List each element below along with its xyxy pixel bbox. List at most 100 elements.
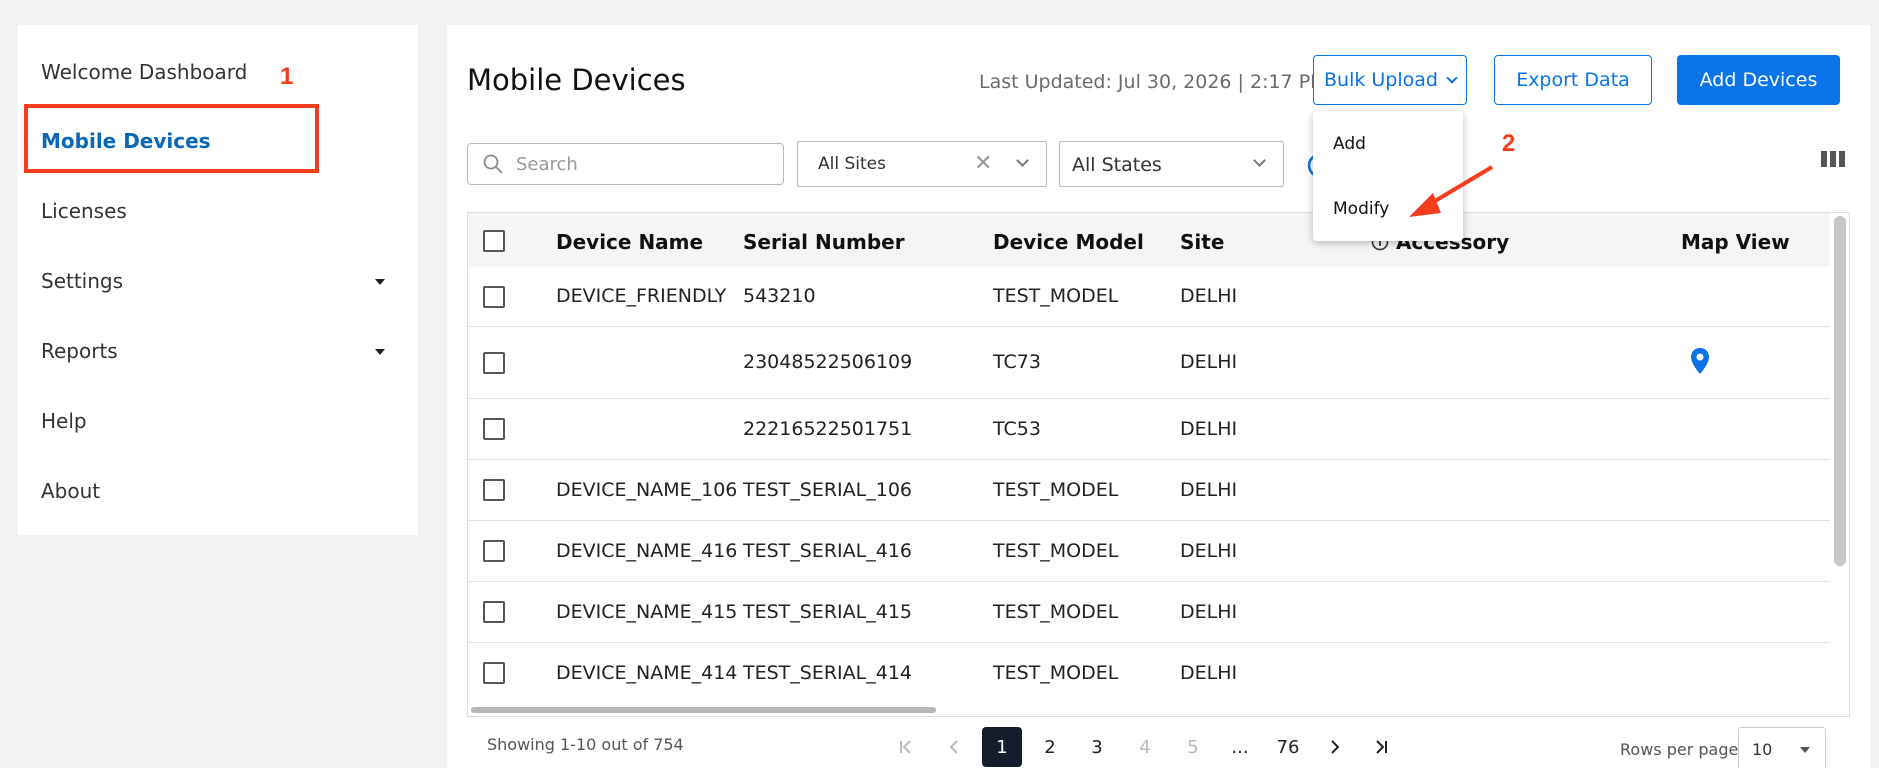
serial-number-cell: 22216522501751: [743, 418, 913, 440]
page-button-2[interactable]: 2: [1030, 727, 1070, 767]
page-button-76[interactable]: 76: [1268, 727, 1308, 767]
search-icon: [483, 154, 503, 174]
vertical-scrollbar[interactable]: [1834, 216, 1846, 566]
sites-filter-select[interactable]: All Sites ✕: [797, 141, 1047, 187]
sidebar-item-settings[interactable]: Settings: [41, 269, 401, 293]
sidebar-item-help[interactable]: Help: [41, 409, 87, 433]
last-page-icon[interactable]: [1361, 727, 1401, 767]
site-cell: DELHI: [1180, 479, 1238, 501]
device-model-cell: TEST_MODEL: [993, 479, 1119, 501]
row-checkbox[interactable]: [483, 286, 505, 308]
first-page-icon[interactable]: [886, 727, 926, 767]
serial-number-cell: TEST_SERIAL_415: [743, 601, 912, 623]
next-page-icon[interactable]: [1315, 727, 1355, 767]
bulk-upload-label: Bulk Upload: [1324, 69, 1438, 91]
device-name-cell: DEVICE_FRIENDLY: [556, 285, 727, 307]
table-row[interactable]: DEVICE_FRIENDLY 543210 TEST_MODEL DELHI: [468, 267, 1830, 327]
row-checkbox[interactable]: [483, 601, 505, 623]
column-header-device-name[interactable]: Device Name: [556, 230, 703, 254]
serial-number-cell: 23048522506109: [743, 351, 913, 373]
site-cell: DELHI: [1180, 351, 1238, 373]
chevron-down-icon: [1446, 71, 1458, 84]
map-pin-icon[interactable]: [1690, 347, 1710, 375]
caret-down-icon: [1800, 747, 1810, 753]
table-row[interactable]: 22216522501751 TC53 DELHI: [468, 399, 1830, 460]
annotation-arrow-icon: [1409, 165, 1494, 217]
page-button-4[interactable]: 4: [1125, 727, 1165, 767]
devices-table: Device Name Serial Number Device Model S…: [467, 212, 1850, 717]
site-cell: DELHI: [1180, 601, 1238, 623]
row-checkbox[interactable]: [483, 479, 505, 501]
rows-per-page-label: Rows per page: [1620, 740, 1739, 759]
device-model-cell: TEST_MODEL: [993, 601, 1119, 623]
chevron-down-icon: [1253, 154, 1266, 167]
column-header-map-view[interactable]: Map View: [1681, 230, 1790, 254]
row-checkbox[interactable]: [483, 540, 505, 562]
prev-page-icon[interactable]: [934, 727, 974, 767]
device-name-cell: DEVICE_NAME_106: [556, 479, 738, 501]
add-devices-button[interactable]: Add Devices: [1677, 55, 1840, 105]
sidebar-item-reports[interactable]: Reports: [41, 339, 401, 363]
table-row[interactable]: DEVICE_NAME_106 TEST_SERIAL_106 TEST_MOD…: [468, 460, 1830, 521]
page-button-3[interactable]: 3: [1077, 727, 1117, 767]
sidebar: Welcome Dashboard Mobile Devices License…: [18, 25, 418, 535]
annotation-highlight-box: [24, 104, 319, 173]
main-panel: Mobile Devices Last Updated: Jul 30, 202…: [447, 25, 1870, 768]
page-title: Mobile Devices: [467, 63, 686, 97]
caret-down-icon: [375, 279, 385, 285]
column-header-serial-number[interactable]: Serial Number: [743, 230, 905, 254]
sidebar-item-label: Reports: [41, 339, 118, 363]
serial-number-cell: 543210: [743, 285, 816, 307]
caret-down-icon: [375, 349, 385, 355]
table-row[interactable]: DEVICE_NAME_416 TEST_SERIAL_416 TEST_MOD…: [468, 521, 1830, 582]
columns-icon[interactable]: [1820, 149, 1846, 169]
states-filter-select[interactable]: All States: [1059, 141, 1284, 187]
export-data-button[interactable]: Export Data: [1494, 55, 1652, 105]
rows-per-page-select[interactable]: 10: [1738, 727, 1826, 768]
site-cell: DELHI: [1180, 418, 1238, 440]
serial-number-cell: TEST_SERIAL_414: [743, 662, 912, 684]
sidebar-item-about[interactable]: About: [41, 479, 100, 503]
horizontal-scrollbar[interactable]: [471, 707, 936, 713]
site-cell: DELHI: [1180, 662, 1238, 684]
device-name-cell: DEVICE_NAME_414: [556, 662, 738, 684]
row-checkbox[interactable]: [483, 662, 505, 684]
menu-item-modify[interactable]: Modify: [1333, 199, 1389, 219]
table-row[interactable]: DEVICE_NAME_415 TEST_SERIAL_415 TEST_MOD…: [468, 582, 1830, 643]
device-model-cell: TEST_MODEL: [993, 285, 1119, 307]
close-icon[interactable]: ✕: [974, 151, 992, 176]
table-header: Device Name Serial Number Device Model S…: [468, 213, 1830, 267]
device-model-cell: TC73: [993, 351, 1041, 373]
menu-item-add[interactable]: Add: [1333, 134, 1366, 154]
search-input[interactable]: [516, 152, 766, 176]
bulk-upload-button[interactable]: Bulk Upload: [1313, 55, 1467, 105]
sidebar-item-licenses[interactable]: Licenses: [41, 199, 127, 223]
page-ellipsis: ...: [1231, 736, 1249, 758]
sidebar-item-welcome-dashboard[interactable]: Welcome Dashboard: [41, 60, 247, 84]
search-box: [467, 143, 784, 185]
page-button-5[interactable]: 5: [1173, 727, 1213, 767]
sidebar-item-label: Settings: [41, 269, 124, 293]
row-checkbox[interactable]: [483, 418, 505, 440]
column-header-site[interactable]: Site: [1180, 230, 1224, 254]
device-name-cell: DEVICE_NAME_416: [556, 540, 738, 562]
table-row[interactable]: DEVICE_NAME_414 TEST_SERIAL_414 TEST_MOD…: [468, 643, 1830, 704]
table-row[interactable]: 23048522506109 TC73 DELHI: [468, 327, 1830, 399]
column-header-device-model[interactable]: Device Model: [993, 230, 1144, 254]
serial-number-cell: TEST_SERIAL_416: [743, 540, 912, 562]
states-filter-value: All States: [1072, 154, 1162, 176]
chevron-down-icon: [1016, 154, 1029, 167]
device-model-cell: TEST_MODEL: [993, 662, 1119, 684]
serial-number-cell: TEST_SERIAL_106: [743, 479, 912, 501]
select-all-checkbox[interactable]: [483, 230, 505, 252]
annotation-step-2: 2: [1502, 130, 1516, 157]
site-cell: DELHI: [1180, 540, 1238, 562]
row-checkbox[interactable]: [483, 352, 505, 374]
last-updated-text: Last Updated: Jul 30, 2026 | 2:17 PM: [979, 71, 1327, 93]
pagination-summary: Showing 1-10 out of 754: [487, 735, 684, 754]
page-button-1[interactable]: 1: [982, 727, 1022, 767]
site-cell: DELHI: [1180, 285, 1238, 307]
device-model-cell: TC53: [993, 418, 1041, 440]
device-model-cell: TEST_MODEL: [993, 540, 1119, 562]
sites-filter-value: All Sites: [818, 154, 886, 174]
